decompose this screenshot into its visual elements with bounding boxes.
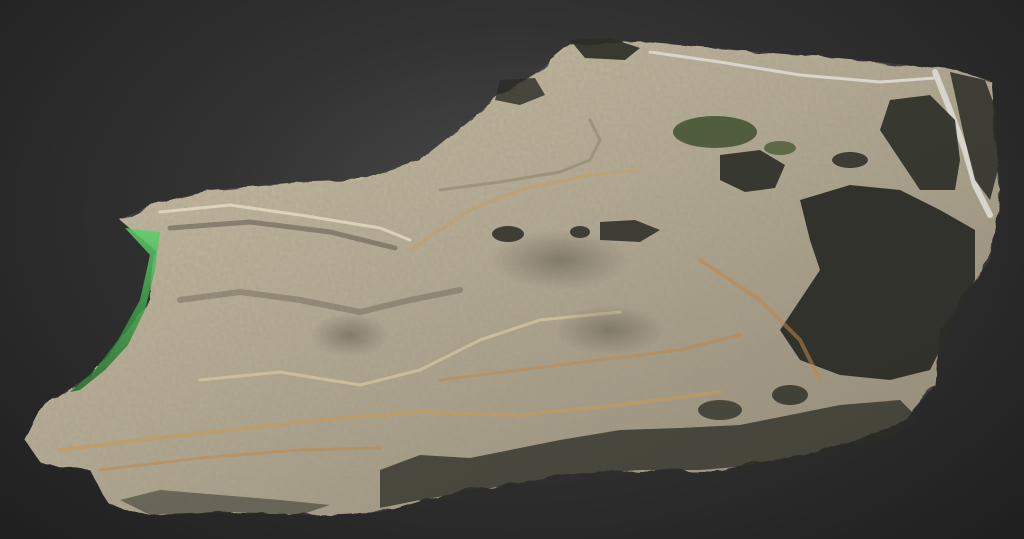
pit-shadow bbox=[310, 313, 390, 357]
pit-shadow bbox=[555, 305, 665, 355]
pond bbox=[673, 116, 757, 148]
3d-model-viewport[interactable] bbox=[0, 0, 1024, 539]
terrain-scene[interactable] bbox=[0, 0, 1024, 539]
pond bbox=[764, 141, 796, 155]
